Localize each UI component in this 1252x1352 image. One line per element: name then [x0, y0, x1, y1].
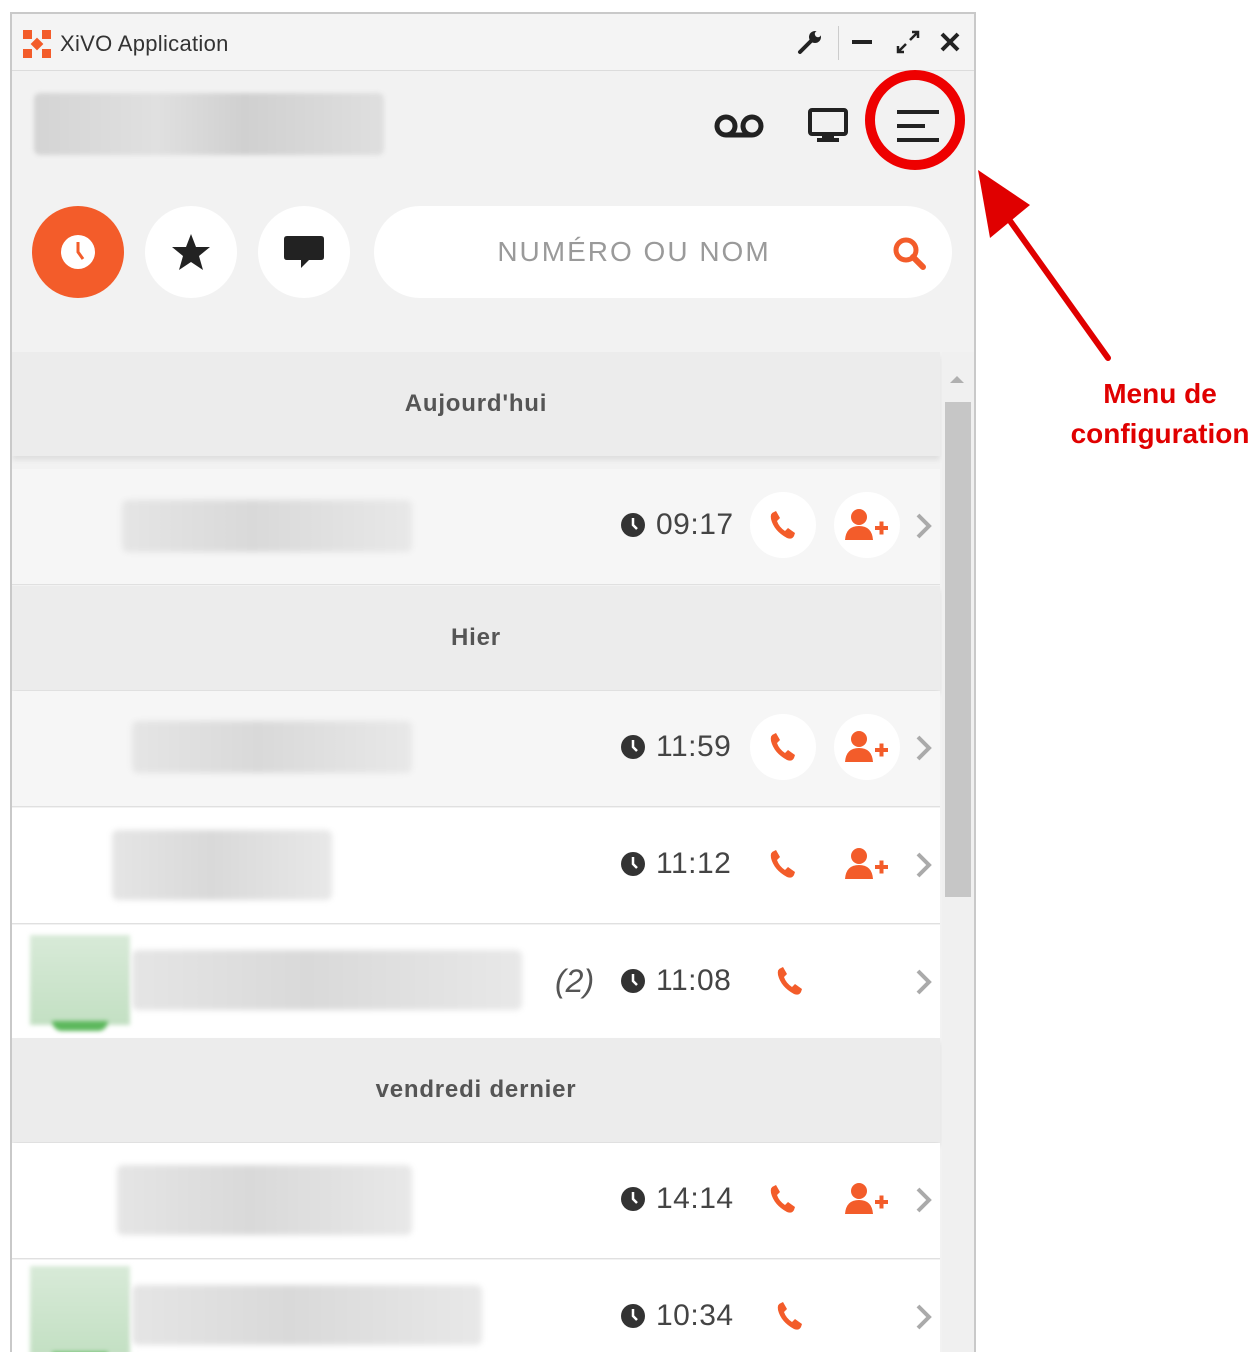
call-history-list: Aujourd'hui 09:17 Hier 11:59 11:12 (2) 1…: [12, 352, 940, 1352]
wrench-icon: [798, 30, 822, 54]
call-button[interactable]: [757, 948, 823, 1014]
avatar: [30, 935, 130, 1031]
call-count: (2): [555, 963, 595, 999]
call-button[interactable]: [750, 492, 816, 558]
call-time: 09:17: [656, 508, 734, 541]
phone-icon: [777, 1302, 802, 1330]
clock-icon: [621, 852, 645, 876]
group-header-today: Aujourd'hui: [12, 352, 940, 456]
call-button[interactable]: [757, 1283, 823, 1349]
chevron-right-icon[interactable]: [912, 965, 936, 999]
call-button[interactable]: [750, 1166, 816, 1232]
add-contact-button[interactable]: [834, 714, 900, 780]
tab-history[interactable]: [32, 206, 124, 298]
settings-wrench-button[interactable]: [792, 24, 828, 60]
expand-icon: [896, 30, 920, 54]
clock-icon: [621, 1187, 645, 1211]
highlight-circle: [865, 70, 965, 170]
contact-name-blurred: [112, 830, 332, 900]
clock-icon: [621, 735, 645, 759]
search-icon[interactable]: [892, 236, 926, 270]
list-scrollbar[interactable]: [942, 352, 974, 1352]
annotation-label: Menu de configuration: [1062, 374, 1252, 454]
group-header-yesterday: Hier: [12, 586, 940, 690]
call-time: 10:34: [656, 1299, 734, 1332]
chevron-right-icon[interactable]: [912, 1300, 936, 1334]
user-name-blurred: [34, 93, 384, 155]
search-input[interactable]: [414, 206, 854, 298]
add-contact-button[interactable]: [834, 492, 900, 558]
add-user-icon: [845, 848, 888, 879]
chevron-right-icon[interactable]: [912, 848, 936, 882]
minimize-icon: [852, 40, 872, 44]
title-bar: XiVO Application: [12, 14, 974, 71]
chevron-right-icon[interactable]: [912, 731, 936, 765]
chevron-right-icon[interactable]: [912, 1183, 936, 1217]
add-user-icon: [845, 1183, 888, 1214]
minimize-button[interactable]: [844, 24, 880, 60]
call-button[interactable]: [750, 714, 816, 780]
add-contact-button[interactable]: [834, 1166, 900, 1232]
call-row[interactable]: 11:59: [12, 691, 940, 807]
clock-icon: [61, 235, 95, 269]
user-header: [12, 71, 974, 201]
window-title: XiVO Application: [60, 31, 229, 56]
contact-name-blurred: [117, 1165, 412, 1235]
group-header-last-friday: vendredi dernier: [12, 1038, 940, 1142]
xivo-logo-icon: [23, 30, 51, 58]
phone-icon: [770, 850, 795, 878]
call-time: 14:14: [656, 1182, 734, 1215]
close-icon: [940, 32, 960, 52]
scroll-thumb[interactable]: [945, 402, 971, 897]
add-contact-button[interactable]: [834, 831, 900, 897]
star-icon: [172, 234, 210, 270]
call-time-group: 11:12: [620, 844, 731, 884]
call-time: 11:08: [656, 964, 732, 997]
call-row[interactable]: 10:34: [12, 1260, 940, 1352]
phone-icon: [770, 1185, 795, 1213]
call-row[interactable]: 14:14: [12, 1143, 940, 1259]
app-window: XiVO Application NUMÉRO OU NOM Aujourd'h…: [10, 12, 976, 1352]
contact-name-blurred: [122, 500, 412, 552]
call-time: 11:59: [656, 730, 732, 763]
call-row[interactable]: 11:12: [12, 808, 940, 924]
tab-favorites[interactable]: [145, 206, 237, 298]
phone-icon: [770, 511, 795, 539]
monitor-icon: [808, 108, 848, 142]
call-row[interactable]: 09:17: [12, 469, 940, 585]
screen-button[interactable]: [798, 101, 858, 151]
main-toolbar: [12, 201, 974, 321]
maximize-button[interactable]: [890, 24, 926, 60]
annotation-line-2: configuration: [1070, 418, 1250, 449]
call-time-group: 10:34: [620, 1296, 734, 1336]
call-row[interactable]: (2) 11:08: [12, 925, 940, 1041]
add-user-icon: [845, 731, 888, 762]
avatar: [30, 1266, 130, 1352]
contact-name-blurred: [132, 950, 522, 1010]
clock-icon: [621, 513, 645, 537]
call-time-group: 11:59: [620, 727, 731, 767]
call-time: 11:12: [656, 847, 732, 880]
tab-chat[interactable]: [258, 206, 350, 298]
call-time-group: 14:14: [620, 1179, 734, 1219]
call-button[interactable]: [750, 831, 816, 897]
contact-name-blurred: [132, 721, 412, 773]
clock-icon: [621, 969, 645, 993]
close-button[interactable]: [932, 24, 968, 60]
add-user-icon: [845, 509, 888, 540]
call-time-group: 09:17: [620, 505, 734, 545]
search-box: [374, 206, 952, 298]
scroll-up-arrow-icon[interactable]: [950, 376, 964, 383]
phone-icon: [770, 733, 795, 761]
contact-name-blurred: [132, 1285, 482, 1345]
voicemail-button[interactable]: [709, 101, 769, 151]
call-time-group: 11:08: [620, 961, 731, 1001]
chevron-right-icon[interactable]: [912, 509, 936, 543]
voicemail-icon: [714, 114, 764, 138]
chat-bubble-icon: [284, 236, 324, 268]
phone-icon: [777, 967, 802, 995]
clock-icon: [621, 1304, 645, 1328]
annotation-line-1: Menu de: [1103, 378, 1217, 409]
